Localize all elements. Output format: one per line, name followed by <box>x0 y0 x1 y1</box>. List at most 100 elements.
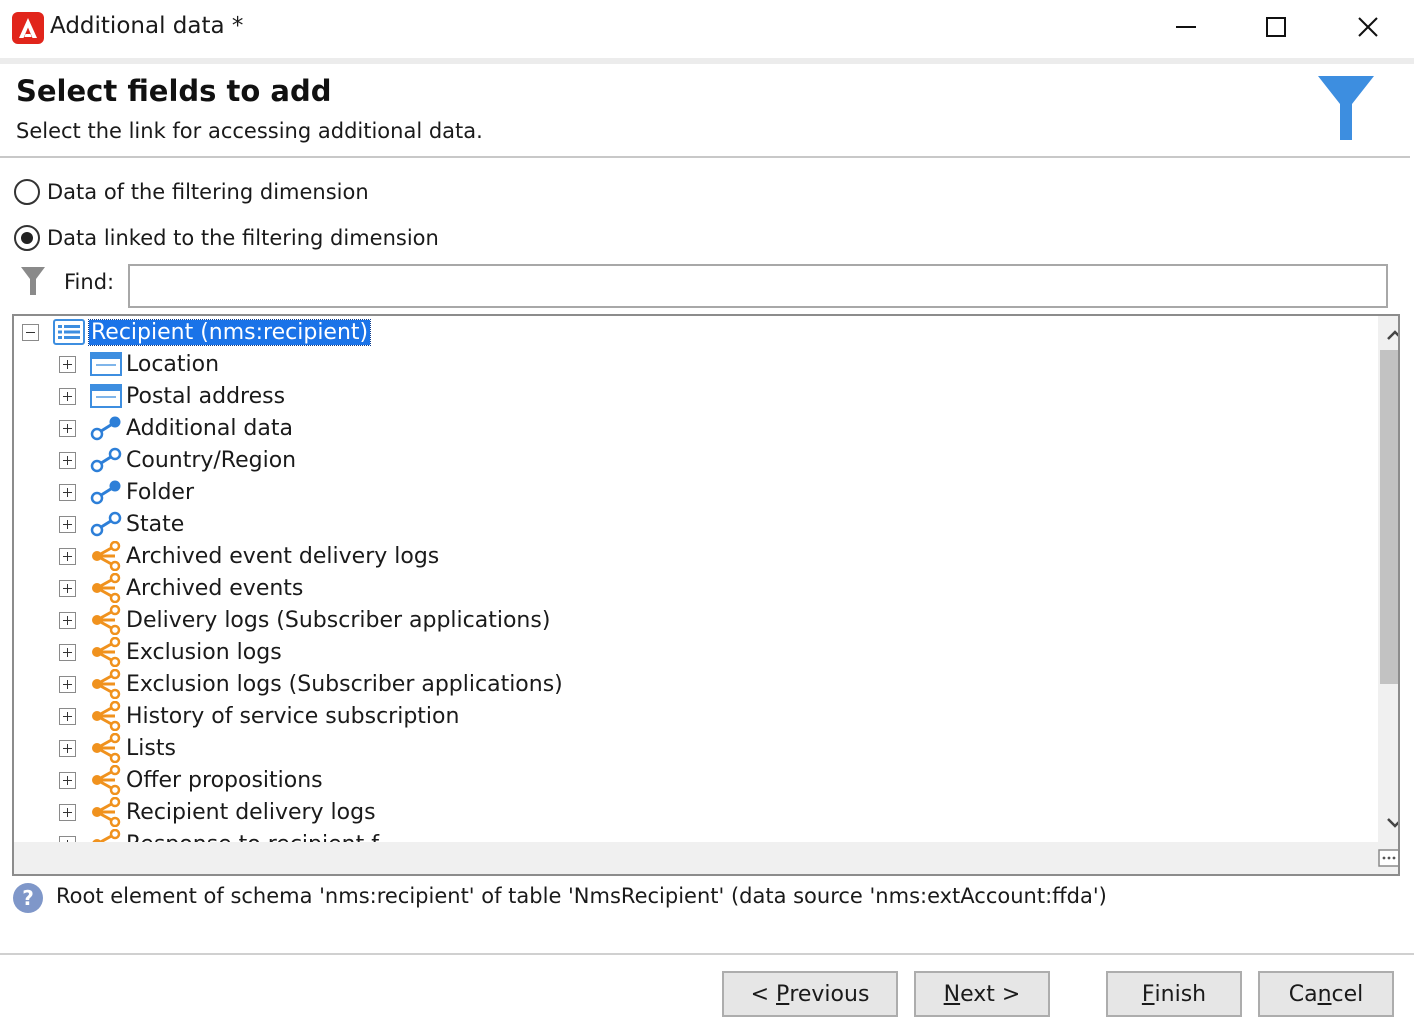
tree-item[interactable]: Delivery logs (Subscriber applications) <box>59 604 550 636</box>
tree-item[interactable]: Folder <box>59 476 194 508</box>
find-label: Find: <box>64 270 115 294</box>
tree-item[interactable]: Postal address <box>59 380 285 412</box>
button-prefix: Ca <box>1288 981 1318 1007</box>
button-mnemonic: F <box>1141 981 1155 1007</box>
tree-item[interactable]: Lists <box>59 732 176 764</box>
tree-item[interactable]: Archived events <box>59 572 303 604</box>
collection-link-icon <box>90 573 122 603</box>
close-button[interactable] <box>1322 0 1414 54</box>
schema-tree[interactable]: Recipient (nms:recipient) Location Posta… <box>12 314 1400 876</box>
scroll-down-button[interactable] <box>1378 806 1398 840</box>
minimize-button[interactable] <box>1140 0 1232 54</box>
button-mnemonic: N <box>943 981 961 1007</box>
schema-list-icon <box>53 318 85 346</box>
tree-item[interactable]: Country/Region <box>59 444 296 476</box>
link-icon <box>90 446 122 474</box>
maximize-icon <box>1266 17 1286 37</box>
expand-toggle[interactable] <box>59 675 76 693</box>
window-title: Additional data * <box>50 13 244 39</box>
button-label: ext > <box>960 981 1021 1007</box>
cancel-button[interactable]: Ca n cel <box>1258 971 1394 1017</box>
expand-toggle[interactable] <box>59 643 76 661</box>
tree-item[interactable]: Response to recipient f... <box>59 828 398 842</box>
help-icon: ? <box>13 883 43 913</box>
title-bar: Additional data * <box>0 0 1414 58</box>
minimize-icon <box>1176 26 1196 28</box>
collection-link-icon <box>90 541 122 571</box>
tree-item-label: Recipient delivery logs <box>126 799 376 825</box>
collection-link-icon <box>90 733 122 763</box>
element-icon <box>90 350 122 378</box>
expand-toggle[interactable] <box>59 739 76 757</box>
radio-button[interactable] <box>14 179 40 205</box>
previous-button[interactable]: < Previous <box>722 971 898 1017</box>
radio-label: Data linked to the filtering dimension <box>47 226 439 250</box>
button-mnemonic: P <box>776 981 790 1007</box>
radio-filtering-dimension[interactable]: Data of the filtering dimension <box>14 176 369 208</box>
tree-item-label: Offer propositions <box>126 767 323 793</box>
collection-link-icon <box>90 797 122 827</box>
svg-text:?: ? <box>22 886 34 910</box>
radio-button-checked[interactable] <box>14 225 40 251</box>
tree-item-label: Country/Region <box>126 447 297 473</box>
collection-link-icon <box>90 829 122 842</box>
element-icon <box>90 382 122 410</box>
tree-item[interactable]: Location <box>59 348 219 380</box>
link-icon <box>90 414 122 442</box>
vertical-scrollbar[interactable] <box>1378 316 1398 842</box>
tree-item[interactable]: Exclusion logs (Subscriber applications) <box>59 668 563 700</box>
tree-item-label: Additional data <box>126 415 293 441</box>
tree-content: Recipient (nms:recipient) Location Posta… <box>14 316 1366 842</box>
collection-link-icon <box>90 605 122 635</box>
tree-item[interactable]: Recipient delivery logs <box>59 796 376 828</box>
link-icon <box>90 510 122 538</box>
tree-item-label: Lists <box>126 735 176 761</box>
collapse-toggle[interactable] <box>22 323 39 341</box>
tree-item[interactable]: Offer propositions <box>59 764 323 796</box>
tree-item[interactable]: Additional data <box>59 412 293 444</box>
tree-item[interactable]: State <box>59 508 184 540</box>
tree-item-label: History of service subscription <box>126 703 460 729</box>
tree-item-label: Folder <box>126 479 194 505</box>
chevron-down-icon <box>1387 818 1398 828</box>
button-prefix: < <box>750 981 777 1007</box>
scroll-thumb[interactable] <box>1380 350 1398 684</box>
expand-toggle[interactable] <box>59 419 76 437</box>
tree-item-label: Recipient (nms:recipient) <box>87 318 372 346</box>
tree-item-label: Response to recipient f... <box>126 832 398 843</box>
expand-toggle[interactable] <box>59 803 76 821</box>
button-label: cel <box>1331 981 1364 1007</box>
funnel-icon <box>1318 76 1374 140</box>
expand-toggle[interactable] <box>59 387 76 405</box>
tree-item[interactable]: History of service subscription <box>59 700 459 732</box>
next-button[interactable]: Next > <box>914 971 1050 1017</box>
scroll-up-button[interactable] <box>1378 318 1398 352</box>
expand-toggle[interactable] <box>59 611 76 629</box>
expand-toggle[interactable] <box>59 483 76 501</box>
tree-item-label: State <box>126 511 185 537</box>
expand-toggle[interactable] <box>59 451 76 469</box>
page-subtitle: Select the link for accessing additional… <box>16 119 483 143</box>
expand-toggle[interactable] <box>59 547 76 565</box>
tree-item-label: Exclusion logs (Subscriber applications) <box>126 671 563 697</box>
tree-item[interactable]: Archived event delivery logs <box>59 540 439 572</box>
finish-button[interactable]: Finish <box>1106 971 1242 1017</box>
tree-item-label: Archived events <box>126 575 304 601</box>
more-options-button[interactable] <box>1366 842 1398 874</box>
close-icon <box>1358 17 1378 37</box>
expand-toggle[interactable] <box>59 707 76 725</box>
expand-toggle[interactable] <box>59 355 76 373</box>
expand-toggle[interactable] <box>59 515 76 533</box>
find-input[interactable] <box>128 264 1388 308</box>
tree-item[interactable]: Exclusion logs <box>59 636 282 668</box>
tree-item-label: Postal address <box>126 383 286 409</box>
expand-toggle[interactable] <box>59 579 76 597</box>
tree-root-item[interactable]: Recipient (nms:recipient) <box>22 316 372 348</box>
tree-item-label: Exclusion logs <box>126 639 282 665</box>
radio-label: Data of the filtering dimension <box>47 180 369 204</box>
expand-toggle[interactable] <box>59 771 76 789</box>
chevron-up-icon <box>1387 330 1398 340</box>
maximize-button[interactable] <box>1230 0 1322 54</box>
radio-linked-dimension[interactable]: Data linked to the filtering dimension <box>14 222 439 254</box>
schema-info-text: Root element of schema 'nms:recipient' o… <box>56 884 1107 908</box>
